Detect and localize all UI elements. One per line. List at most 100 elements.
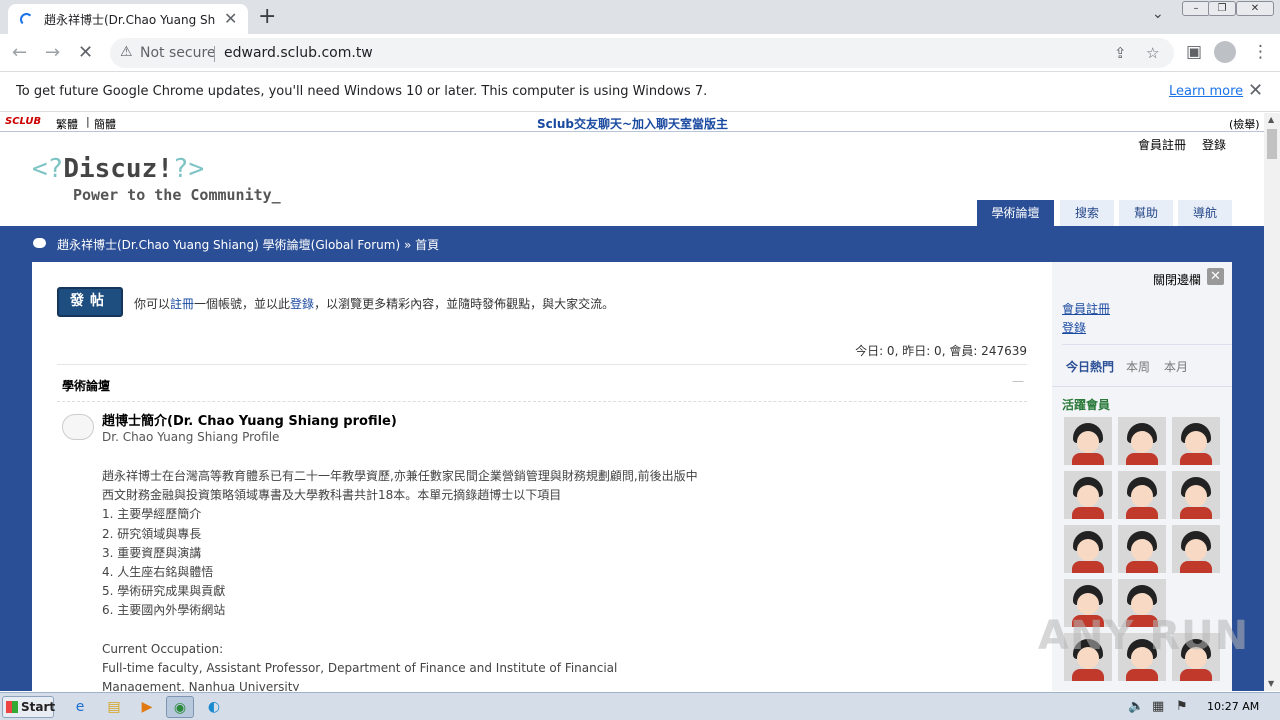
invite-text: 你可以註冊一個帳號，並以此登錄，以瀏覽更多精彩內容，並隨時發佈觀點，與大家交流。 xyxy=(134,297,615,311)
tab-close-icon[interactable]: ✕ xyxy=(224,9,237,28)
description-line: 2. 研究領域與專長 xyxy=(102,526,202,541)
description-line: 3. 重要資歷與演講 xyxy=(102,545,202,560)
description-line: 4. 人生座右銘與體悟 xyxy=(102,565,214,580)
tab-month[interactable]: 本月 xyxy=(1164,358,1188,375)
main-content: 發帖 你可以註冊一個帳號，並以此登錄，以瀏覽更多精彩內容，並隨時發佈觀點，與大家… xyxy=(32,262,1052,691)
description-line: Full-time faculty, Assistant Professor, … xyxy=(102,661,618,676)
description-line: Current Occupation: xyxy=(102,641,224,656)
scroll-thumb[interactable] xyxy=(1267,129,1277,159)
member-avatar[interactable] xyxy=(1064,525,1112,573)
member-avatar[interactable] xyxy=(1118,471,1166,519)
volume-icon[interactable]: 🔈 xyxy=(1128,699,1144,714)
register-link[interactable]: 會員註冊 xyxy=(1138,136,1186,153)
omnibox-divider xyxy=(214,46,215,62)
sclub-logo[interactable]: SCLUB xyxy=(5,116,41,127)
nav-tab-help[interactable]: 幫助 xyxy=(1119,200,1173,226)
description-line xyxy=(102,621,698,640)
new-tab-button[interactable]: + xyxy=(258,4,276,29)
url-text[interactable]: edward.sclub.com.tw xyxy=(224,45,373,61)
learn-more-link[interactable]: Learn more xyxy=(1169,84,1243,99)
active-members-title: 活躍會員 xyxy=(1062,398,1111,412)
divider xyxy=(1062,344,1232,345)
description-line: 西文財務金融與投資策略領域專書及大學教科書共計18本。本單元摘錄趙博士以下項目 xyxy=(102,488,562,503)
description-line: 6. 主要國內外學術網站 xyxy=(102,603,226,618)
member-avatar[interactable] xyxy=(1172,471,1220,519)
warning-icon: ⚠ xyxy=(120,44,133,60)
share-icon[interactable]: ⇪ xyxy=(1114,44,1127,62)
post-button[interactable]: 發帖 xyxy=(57,287,123,317)
forum-header: <?Discuz!?> Power to the Community_ 會員註冊… xyxy=(32,132,1232,226)
logo-tagline: Power to the Community_ xyxy=(73,186,281,204)
chrome-icon[interactable]: ◉ xyxy=(166,696,194,718)
not-secure-label[interactable]: Not secure xyxy=(140,45,216,61)
infobar-message: To get future Google Chrome updates, you… xyxy=(16,84,708,99)
tab-strip: 趙永祥博士(Dr.Chao Yuang Shiang) ✕ + ⌄ – ❐ ✕ xyxy=(0,0,1280,34)
nav-tab-search[interactable]: 搜索 xyxy=(1060,200,1114,226)
scroll-down-icon[interactable]: ▼ xyxy=(1268,679,1274,688)
member-avatar[interactable] xyxy=(1172,417,1220,465)
breadcrumb[interactable]: 趙永祥博士(Dr.Chao Yuang Shiang) 學術論壇(Global … xyxy=(57,236,439,253)
stop-icon[interactable]: ✕ xyxy=(78,42,93,63)
browser-tab[interactable]: 趙永祥博士(Dr.Chao Yuang Shiang) ✕ xyxy=(8,4,248,34)
star-icon[interactable]: ☆ xyxy=(1146,44,1159,62)
divider xyxy=(1052,386,1232,387)
network-icon[interactable]: ▦ xyxy=(1152,699,1164,714)
forum-description: 趙永祥博士在台灣高等教育體系已有二十一年教學資歷,亦兼任數家民間企業營銷管理與財… xyxy=(102,467,698,691)
member-avatar[interactable] xyxy=(1172,525,1220,573)
nav-tab-forum[interactable]: 學術論壇 xyxy=(977,200,1054,226)
explorer-icon[interactable]: ▤ xyxy=(100,696,128,718)
chevron-down-icon[interactable]: ⌄ xyxy=(1152,6,1164,22)
forum-subtitle: Dr. Chao Yuang Shiang Profile xyxy=(102,430,280,444)
report-link[interactable]: (檢舉) xyxy=(1229,116,1260,132)
collapse-icon[interactable]: — xyxy=(1012,374,1024,388)
watermark: ANY RUN xyxy=(1038,613,1250,659)
invite-login-link[interactable]: 登錄 xyxy=(290,297,314,311)
promo-link[interactable]: Sclub交友聊天~加入聊天室當版主 xyxy=(537,115,728,132)
start-button[interactable]: Start xyxy=(2,696,55,718)
forum-title-link[interactable]: 趙博士簡介(Dr. Chao Yuang Shiang profile) xyxy=(102,410,397,429)
sidebar-register-link[interactable]: 會員註冊 xyxy=(1062,300,1110,317)
simplified-link[interactable]: 簡體 xyxy=(94,116,116,132)
address-bar[interactable]: ⚠ Not secure edward.sclub.com.tw ⇪ ☆ xyxy=(110,38,1174,68)
login-link[interactable]: 登錄 xyxy=(1202,136,1226,153)
forward-icon[interactable]: → xyxy=(45,42,60,63)
chat-bubble-icon xyxy=(33,238,46,248)
maximize-button[interactable]: ❐ xyxy=(1208,1,1236,16)
menu-icon[interactable]: ⋮ xyxy=(1252,42,1269,62)
vertical-scrollbar[interactable]: ▲ ▼ xyxy=(1264,113,1280,691)
nav-tab-guide[interactable]: 導航 xyxy=(1178,200,1232,226)
member-avatar[interactable] xyxy=(1064,417,1112,465)
back-icon[interactable]: ← xyxy=(12,42,27,63)
tab-today[interactable]: 今日熱門 xyxy=(1066,358,1114,375)
windows-logo-icon xyxy=(6,701,18,713)
tab-week[interactable]: 本周 xyxy=(1126,358,1150,375)
scroll-up-icon[interactable]: ▲ xyxy=(1268,115,1274,124)
member-avatar[interactable] xyxy=(1064,471,1112,519)
edge-icon[interactable]: ◐ xyxy=(200,696,228,718)
clock[interactable]: 10:27 AM xyxy=(1207,700,1259,713)
traditional-link[interactable]: 繁體 xyxy=(56,116,78,132)
close-window-button[interactable]: ✕ xyxy=(1236,1,1274,16)
minimize-button[interactable]: – xyxy=(1182,1,1210,16)
close-icon[interactable]: ✕ xyxy=(1248,80,1263,101)
discuz-logo[interactable]: <?Discuz!?> xyxy=(32,154,204,184)
separator: | xyxy=(86,115,90,128)
forum-category-title[interactable]: 學術論壇 xyxy=(62,377,110,394)
ie-icon[interactable]: e xyxy=(66,696,94,718)
sidebar-icon[interactable]: ▣ xyxy=(1186,42,1202,62)
update-infobar: To get future Google Chrome updates, you… xyxy=(0,72,1280,112)
sidebar-login-link[interactable]: 登錄 xyxy=(1062,319,1086,336)
invite-register-link[interactable]: 註冊 xyxy=(170,297,194,311)
spinner-icon xyxy=(20,13,33,26)
page-viewport: SCLUB 繁體 | 簡體 Sclub交友聊天~加入聊天室當版主 (檢舉) <?… xyxy=(0,113,1264,691)
description-line: Management, Nanhua University xyxy=(102,680,300,691)
description-line: 趙永祥博士在台灣高等教育體系已有二十一年教學資歷,亦兼任數家民間企業營銷管理與財… xyxy=(102,469,698,483)
member-avatar[interactable] xyxy=(1118,525,1166,573)
media-icon[interactable]: ▶ xyxy=(133,696,161,718)
flag-icon[interactable]: ⚑ xyxy=(1176,699,1188,714)
profile-icon[interactable] xyxy=(1214,41,1236,63)
member-avatar[interactable] xyxy=(1118,417,1166,465)
close-sidebar-link[interactable]: 關閉邊欄 xyxy=(1153,271,1201,288)
forum-bubble-icon xyxy=(62,414,94,440)
close-sidebar-icon[interactable]: ✕ xyxy=(1207,268,1224,285)
